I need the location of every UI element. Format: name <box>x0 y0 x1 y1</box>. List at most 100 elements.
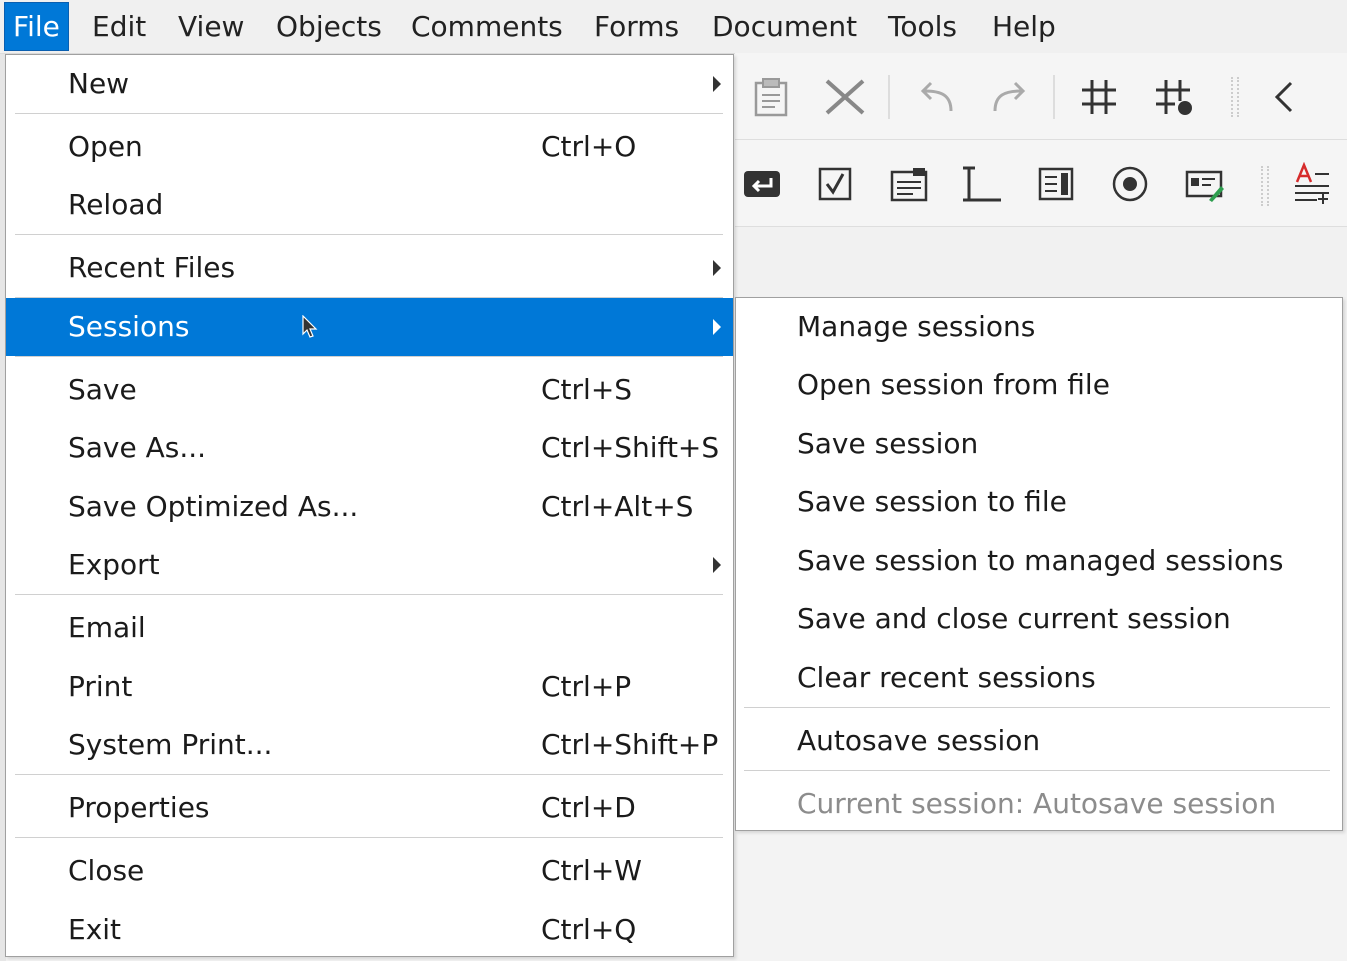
menu-separator <box>744 707 1330 708</box>
submenu-item-label: Save session to file <box>797 485 1067 518</box>
menu-item-label: Close <box>68 854 145 887</box>
snap-grid-icon[interactable] <box>1153 77 1195 117</box>
menu-item-save-optimized-as[interactable]: Save Optimized As... Ctrl+Alt+S <box>6 478 733 536</box>
menu-item-print[interactable]: Print Ctrl+P <box>6 658 733 716</box>
submenu-item-label: Save session to managed sessions <box>797 544 1284 577</box>
menu-document[interactable]: Document <box>712 0 857 53</box>
menu-item-label: Print <box>68 670 133 703</box>
menu-separator <box>15 594 723 595</box>
submenu-arrow-icon <box>713 76 721 92</box>
menu-item-label: Reload <box>68 188 164 221</box>
menu-item-label: Exit <box>68 913 122 946</box>
submenu-item-label: Autosave session <box>797 724 1041 757</box>
delete-icon[interactable] <box>823 77 867 117</box>
menu-item-shortcut: Ctrl+O <box>541 130 637 163</box>
menu-separator <box>15 837 723 838</box>
menu-item-system-print[interactable]: System Print... Ctrl+Shift+P <box>6 716 733 774</box>
menu-item-label: Save <box>68 373 137 406</box>
submenu-item-open-session-from-file[interactable]: Open session from file <box>736 356 1342 414</box>
menu-item-label: New <box>68 67 130 100</box>
menu-item-reload[interactable]: Reload <box>6 176 733 234</box>
menu-separator <box>744 770 1330 771</box>
menu-separator <box>15 774 723 775</box>
submenu-item-label: Manage sessions <box>797 310 1036 343</box>
menu-item-label: Export <box>68 548 160 581</box>
submenu-item-autosave-session[interactable]: Autosave session <box>736 712 1342 770</box>
menu-item-label: Properties <box>68 791 210 824</box>
file-menu: New Open Ctrl+O Reload Recent Files Sess… <box>5 54 734 957</box>
menu-item-label: Save Optimized As... <box>68 490 359 523</box>
toolbar-row-empty <box>735 227 1347 298</box>
menu-separator <box>15 234 723 235</box>
toolbar-handle[interactable] <box>1261 166 1269 206</box>
submenu-item-manage-sessions[interactable]: Manage sessions <box>736 298 1342 356</box>
collapse-left-icon[interactable] <box>1271 79 1297 115</box>
menu-objects[interactable]: Objects <box>276 0 382 53</box>
signature-field-icon[interactable] <box>1185 166 1225 204</box>
sessions-submenu: Manage sessions Open session from file S… <box>735 297 1343 831</box>
listbox-field-icon[interactable] <box>1037 166 1075 202</box>
text-field-icon[interactable] <box>961 164 1003 204</box>
submenu-item-label: Save and close current session <box>797 602 1231 635</box>
radio-field-icon[interactable] <box>1111 165 1149 203</box>
menu-forms[interactable]: Forms <box>594 0 679 53</box>
menu-item-export[interactable]: Export <box>6 536 733 594</box>
menu-item-save[interactable]: Save Ctrl+S <box>6 361 733 419</box>
menu-tools[interactable]: Tools <box>888 0 957 53</box>
menu-comments[interactable]: Comments <box>411 0 563 53</box>
toolbar-row-forms <box>735 140 1347 227</box>
menu-item-shortcut: Ctrl+D <box>541 791 636 824</box>
menu-item-shortcut: Ctrl+S <box>541 373 633 406</box>
menu-item-label: Open <box>68 130 143 163</box>
menu-item-exit[interactable]: Exit Ctrl+Q <box>6 901 733 959</box>
menu-item-shortcut: Ctrl+Q <box>541 913 637 946</box>
menu-item-new[interactable]: New <box>6 55 733 113</box>
menu-item-label: Save As... <box>68 431 207 464</box>
button-field-icon[interactable] <box>743 168 781 200</box>
menu-item-label: Recent Files <box>68 251 236 284</box>
submenu-item-current-session: Current session: Autosave session <box>736 775 1342 833</box>
submenu-item-save-session-to-managed[interactable]: Save session to managed sessions <box>736 532 1342 590</box>
toolbar-handle[interactable] <box>1231 77 1239 117</box>
submenu-item-save-and-close-session[interactable]: Save and close current session <box>736 590 1342 648</box>
checkbox-field-icon[interactable] <box>817 166 853 202</box>
menu-item-shortcut: Ctrl+W <box>541 854 642 887</box>
menu-edit[interactable]: Edit <box>92 0 146 53</box>
menu-item-sessions[interactable]: Sessions <box>6 298 733 356</box>
undo-icon[interactable] <box>917 79 957 115</box>
menu-file[interactable]: File <box>4 2 69 51</box>
submenu-item-label: Save session <box>797 427 979 460</box>
submenu-item-label: Open session from file <box>797 368 1110 401</box>
submenu-item-clear-recent-sessions[interactable]: Clear recent sessions <box>736 649 1342 707</box>
submenu-item-save-session-to-file[interactable]: Save session to file <box>736 473 1342 531</box>
menu-separator <box>15 356 723 357</box>
toolbar-separator <box>888 75 890 119</box>
menu-item-open[interactable]: Open Ctrl+O <box>6 118 733 176</box>
mouse-cursor-icon <box>302 315 318 338</box>
menu-item-save-as[interactable]: Save As... Ctrl+Shift+S <box>6 419 733 477</box>
menu-item-recent-files[interactable]: Recent Files <box>6 239 733 297</box>
menu-bar: File Edit View Objects Comments Forms Do… <box>0 0 1347 54</box>
menu-help[interactable]: Help <box>992 0 1056 53</box>
document-area <box>735 830 1347 961</box>
combobox-field-icon[interactable] <box>889 166 929 202</box>
grid-icon[interactable] <box>1079 77 1119 117</box>
menu-item-email[interactable]: Email <box>6 599 733 657</box>
paste-icon[interactable] <box>753 77 789 117</box>
submenu-item-label: Current session: Autosave session <box>797 787 1277 820</box>
text-format-icon[interactable] <box>1293 162 1333 204</box>
menu-item-shortcut: Ctrl+Alt+S <box>541 490 694 523</box>
redo-icon[interactable] <box>989 79 1029 115</box>
submenu-item-save-session[interactable]: Save session <box>736 415 1342 473</box>
submenu-arrow-icon <box>713 260 721 276</box>
submenu-arrow-icon <box>713 557 721 573</box>
toolbar-separator <box>1053 75 1055 119</box>
menu-item-properties[interactable]: Properties Ctrl+D <box>6 779 733 837</box>
menu-item-label: Sessions <box>68 310 190 343</box>
menu-item-close[interactable]: Close Ctrl+W <box>6 842 733 900</box>
menu-item-shortcut: Ctrl+Shift+S <box>541 431 720 464</box>
submenu-item-label: Clear recent sessions <box>797 661 1096 694</box>
menu-separator <box>15 113 723 114</box>
menu-view[interactable]: View <box>178 0 244 53</box>
menu-item-label: Email <box>68 611 146 644</box>
